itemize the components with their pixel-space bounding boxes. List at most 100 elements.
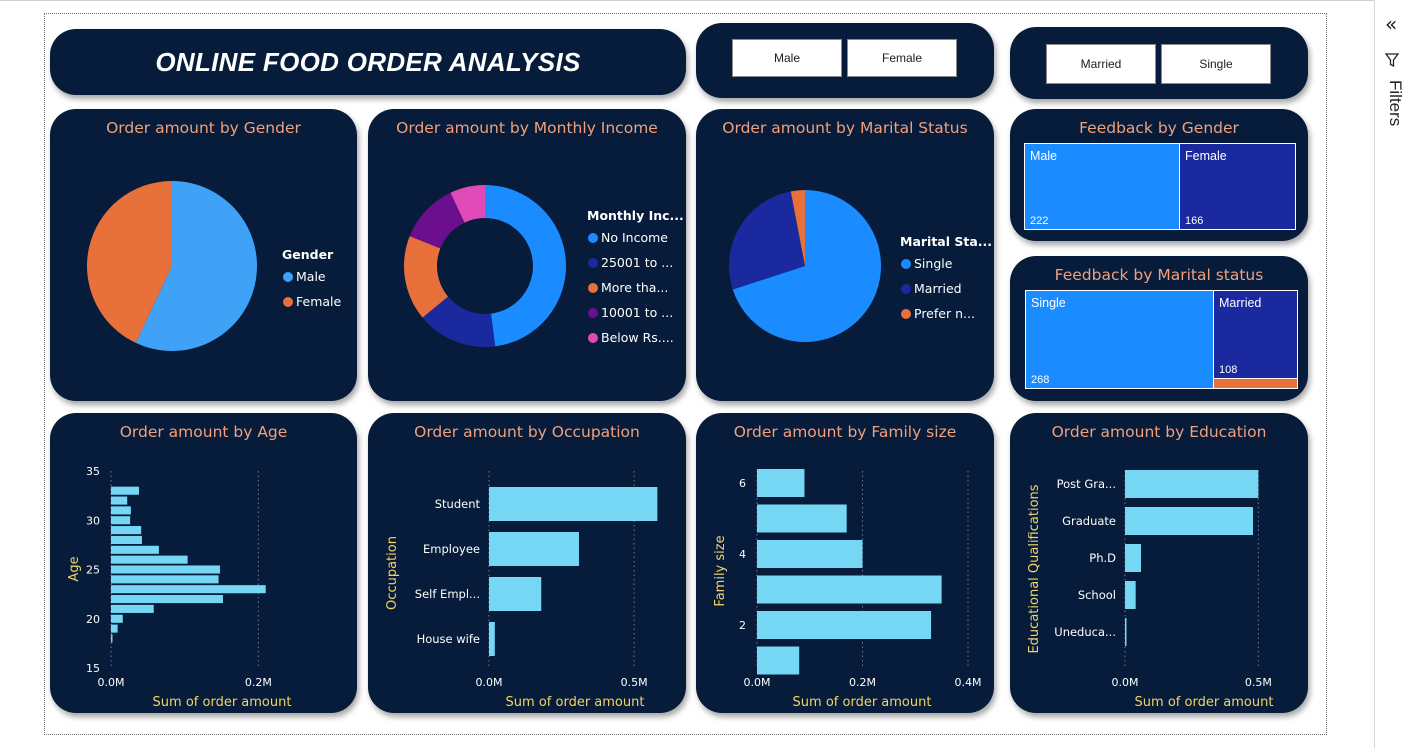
y-tick-label: 20 [86, 613, 100, 626]
treemap-cell-single[interactable]: Single 268 [1025, 290, 1214, 389]
legend-title: Monthly Inc... [587, 208, 684, 223]
legend-marker [588, 233, 598, 243]
bar [111, 634, 113, 643]
legend-marker [588, 333, 598, 343]
legend-item: Married [914, 281, 962, 296]
treemap-label: Female [1185, 149, 1227, 163]
treemap-cell-married[interactable]: Married 108 [1213, 290, 1298, 379]
y-tick-label: 6 [739, 477, 746, 490]
legend-marker [283, 272, 293, 282]
x-tick-label: 0.2M [849, 676, 876, 689]
legend-item: No Income [601, 230, 668, 245]
legend-item: Single [914, 256, 953, 271]
treemap-value: 222 [1030, 215, 1049, 227]
card-title: Feedback by Gender [1079, 119, 1239, 137]
y-tick-label: Post Gra... [1057, 477, 1116, 491]
page-title: ONLINE FOOD ORDER ANALYSIS [155, 47, 581, 77]
y-tick-label: Employee [423, 542, 480, 556]
bar [1125, 507, 1253, 535]
y-axis-label: Family size [713, 535, 728, 606]
y-axis-label: Educational Qualifications [1027, 484, 1042, 653]
bar [111, 516, 131, 525]
x-axis-label: Sum of order amount [793, 695, 932, 710]
bar [757, 469, 805, 497]
y-tick-label: 2 [739, 619, 746, 632]
legend-marker [588, 258, 598, 268]
legend-item: Prefer n... [914, 306, 975, 321]
x-tick-label: 0.0M [476, 676, 503, 689]
legend-marker [901, 309, 911, 319]
income-donut-chart: Monthly Inc... No Income 25001 to ... More … [404, 185, 684, 347]
treemap-value: 268 [1031, 374, 1050, 386]
family-bar-card: Order amount by Family size 0.0M 0.2M 0.4M… [696, 413, 994, 713]
legend-item: 25001 to ... [601, 255, 673, 270]
x-tick-label: 0.0M [98, 676, 125, 689]
y-tick-label: 25 [86, 564, 100, 577]
y-axis-label: Age [67, 556, 82, 581]
bar [757, 504, 847, 533]
bar [111, 526, 142, 535]
x-tick-label: 0.4M [955, 676, 982, 689]
marital-pie-chart: Marital Sta... Single Married Prefer n... [729, 190, 992, 342]
bar [1125, 544, 1141, 572]
slicer-female-button[interactable]: Female [847, 39, 957, 77]
funnel-icon [1384, 52, 1400, 72]
filters-label[interactable]: Filters [1385, 80, 1405, 126]
bar [757, 540, 863, 568]
bar [111, 486, 139, 495]
card-title: Feedback by Marital status [1054, 266, 1264, 284]
bar [111, 585, 266, 594]
slicer-married-button[interactable]: Married [1046, 44, 1156, 84]
y-tick-label: 30 [86, 514, 100, 527]
y-tick-label: Ph.D [1089, 551, 1116, 565]
treemap-label: Married [1219, 296, 1262, 310]
slicer-male-button[interactable]: Male [732, 39, 842, 77]
treemap-cell-female[interactable]: Female 166 [1179, 143, 1296, 230]
legend-item: Male [296, 269, 326, 284]
report-canvas: ONLINE FOOD ORDER ANALYSIS Male Female M… [44, 13, 1327, 735]
bar [111, 565, 221, 574]
bar [1125, 618, 1127, 646]
bar [1125, 581, 1136, 609]
legend-item: Female [296, 294, 342, 309]
x-tick-label: 0.0M [744, 676, 771, 689]
education-bar-chart: 0.0M 0.5M Post Gra... Graduate Ph.D School Une… [1027, 470, 1274, 710]
y-tick-label: 4 [739, 548, 746, 561]
x-axis-label: Sum of order amount [506, 695, 645, 710]
bar [757, 575, 942, 604]
x-axis-label: Sum of order amount [1135, 695, 1274, 710]
gender-pie-card: Order amount by Gender Gender Male Female [50, 109, 357, 401]
y-tick-label: House wife [417, 632, 480, 646]
x-tick-label: 0.5M [1245, 676, 1272, 689]
age-bar-card: Order amount by Age 0.0M 0.2M 15 20 25 30 35 Su… [50, 413, 357, 713]
bar [111, 614, 123, 623]
slicer-single-button[interactable]: Single [1161, 44, 1271, 84]
bar [111, 604, 154, 613]
top-border [0, 0, 1374, 1]
y-tick-label: Graduate [1062, 514, 1116, 528]
y-axis-label: Occupation [385, 536, 400, 610]
x-tick-label: 0.2M [245, 676, 272, 689]
treemap-value: 166 [1185, 215, 1204, 227]
bar [111, 506, 131, 515]
bar [111, 496, 128, 505]
gender-slicer-card: Male Female [696, 23, 994, 98]
feedback-gender-card: Feedback by Gender Male 222 Female 166 [1010, 109, 1308, 241]
bar [757, 646, 800, 675]
marital-slicer-card: Married Single [1010, 27, 1308, 99]
y-tick-label: Uneduca... [1054, 625, 1116, 639]
legend-item: More tha... [601, 280, 668, 295]
treemap-value: 108 [1219, 364, 1238, 376]
legend-marker [283, 297, 293, 307]
legend-marker [588, 308, 598, 318]
legend-title: Marital Sta... [900, 234, 992, 249]
filters-pane[interactable]: « Filters [1374, 0, 1410, 748]
feedback-marital-card: Feedback by Marital status Single 268 Ma… [1010, 256, 1308, 401]
treemap-label: Single [1031, 296, 1066, 310]
treemap-cell-male[interactable]: Male 222 [1024, 143, 1180, 230]
y-tick-label: Student [435, 497, 481, 511]
double-chevron-left-icon[interactable]: « [1385, 12, 1397, 36]
treemap-cell-prefer-not[interactable] [1213, 378, 1298, 389]
bar [489, 487, 658, 521]
legend-item: 10001 to ... [601, 305, 673, 320]
